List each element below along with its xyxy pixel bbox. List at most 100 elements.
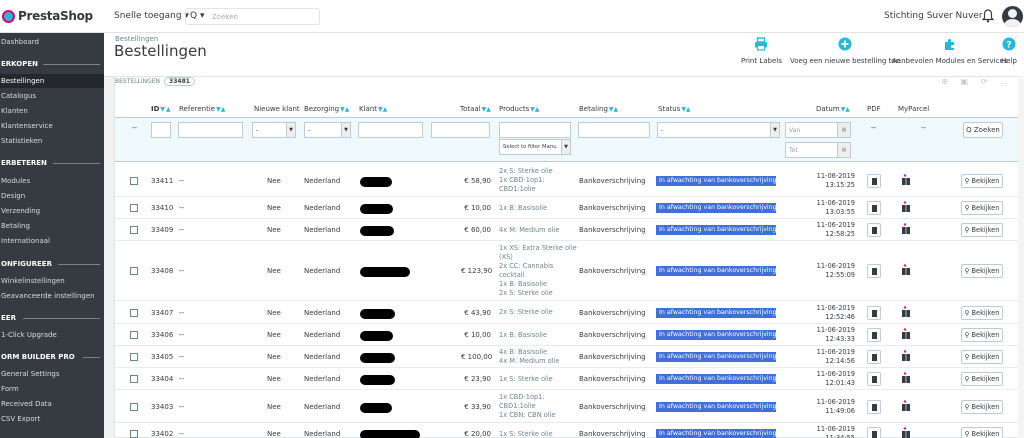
sidebar-item-erbeteren[interactable]: ERBETEREN xyxy=(0,157,47,169)
myparcel-icon[interactable] xyxy=(901,350,911,362)
row-checkbox[interactable] xyxy=(130,267,138,275)
row-checkbox[interactable] xyxy=(130,309,138,317)
pdf-invoice-icon[interactable] xyxy=(867,372,881,386)
recommended-modules-button[interactable]: Aanbevolen Modules en Services xyxy=(892,37,1007,65)
sidebar-item-klantenservice[interactable]: Klantenservice xyxy=(0,119,104,133)
pdf-invoice-icon[interactable] xyxy=(867,427,881,438)
sidebar-item-winkelinstellingen[interactable]: Winkelinstellingen xyxy=(0,274,104,288)
column-datum[interactable]: Datum▼▲ xyxy=(816,105,850,113)
row-checkbox[interactable] xyxy=(130,353,138,361)
table-row[interactable]: 33403 -- Nee Nederland € 33,90 1x CBD-1op1: CB… xyxy=(115,390,1021,423)
myparcel-icon[interactable] xyxy=(901,264,911,276)
row-checkbox[interactable] xyxy=(130,375,138,383)
row-checkbox[interactable] xyxy=(130,177,138,185)
sidebar-item-erkopen[interactable]: ERKOPEN xyxy=(0,58,38,70)
filter-date-to[interactable]: Tot ▦ xyxy=(785,142,851,158)
table-row[interactable]: 33410 -- Nee Nederland € 10,00 1x B: Basisoli… xyxy=(115,197,1021,219)
view-order-button[interactable]: ⚲ Bekijken xyxy=(961,400,1003,414)
search-icon[interactable]: Q ▾ xyxy=(190,11,204,21)
sidebar-item-onfigureer[interactable]: ONFIGUREER xyxy=(0,258,52,270)
view-order-button[interactable]: ⚲ Bekijken xyxy=(961,174,1003,188)
pdf-invoice-icon[interactable] xyxy=(867,306,881,320)
sidebar-item-general-settings[interactable]: General Settings xyxy=(0,367,104,381)
pdf-invoice-icon[interactable] xyxy=(867,174,881,188)
myparcel-icon[interactable] xyxy=(901,306,911,318)
sidebar-item-orm-builder-pro[interactable]: ORM BUILDER PRO xyxy=(0,351,75,363)
quick-access-menu[interactable]: Snelle toegang ▾ xyxy=(114,11,189,21)
view-order-button[interactable]: ⚲ Bekijken xyxy=(961,264,1003,278)
row-checkbox[interactable] xyxy=(130,204,138,212)
sidebar-item-design[interactable]: Design xyxy=(0,189,104,203)
pdf-invoice-icon[interactable] xyxy=(867,400,881,414)
filter-date-from[interactable]: Van ▦ xyxy=(785,122,851,138)
bell-icon[interactable] xyxy=(982,8,994,24)
sidebar-item-catalogus[interactable]: Catalogus xyxy=(0,89,104,103)
myparcel-icon[interactable] xyxy=(901,328,911,340)
table-row[interactable]: 33408 -- Nee Nederland € 123,90 1x XS: Extra … xyxy=(115,241,1021,301)
filter-products-input[interactable] xyxy=(499,122,571,138)
table-row[interactable]: 33406 -- Nee Nederland € 10,00 1x B: Basisoli… xyxy=(115,324,1021,346)
row-checkbox[interactable] xyxy=(130,430,138,438)
filter-bezorging-select[interactable]: - ▼ xyxy=(304,122,351,138)
search-filter-button[interactable]: Q Zoeken xyxy=(963,122,1003,138)
myparcel-icon[interactable] xyxy=(901,223,911,235)
column-totaal[interactable]: Totaal▼▲ xyxy=(460,105,491,113)
sidebar-item-1-click-upgrade[interactable]: 1-Click Upgrade xyxy=(0,328,104,342)
page-scrollbar[interactable] xyxy=(1018,76,1024,438)
prestashop-logo[interactable]: PrestaShop xyxy=(0,8,104,26)
filter-referentie-input[interactable] xyxy=(178,122,243,138)
view-order-button[interactable]: ⚲ Bekijken xyxy=(961,350,1003,364)
column-status[interactable]: Status▼▲ xyxy=(658,105,691,113)
panel-toolbar-icons[interactable]: ⊕ ▣ ⟳ … xyxy=(941,77,1013,86)
pdf-invoice-icon[interactable] xyxy=(867,223,881,237)
sidebar-item-betaling[interactable]: Betaling xyxy=(0,219,104,233)
column-id[interactable]: ID▼▲ xyxy=(151,105,171,113)
column-referentie[interactable]: Referentie▼▲ xyxy=(179,105,225,113)
search-input[interactable]: Zoeken xyxy=(212,13,238,21)
table-row[interactable]: 33404 -- Nee Nederland € 23,90 1x S: Sterke o… xyxy=(115,368,1021,390)
sidebar-item-eer[interactable]: EER xyxy=(0,312,16,324)
print-labels-button[interactable]: Print Labels xyxy=(741,37,782,65)
sidebar-item-internationaal[interactable]: Internationaal xyxy=(0,234,104,248)
search-box[interactable]: Q ▾ Zoeken xyxy=(185,8,320,25)
sidebar-item-statistieken[interactable]: Statistieken xyxy=(0,134,104,148)
table-row[interactable]: 33409 -- Nee Nederland € 60,00 4x M: Medium o… xyxy=(115,219,1021,241)
table-row[interactable]: 33411 -- Nee Nederland € 58,90 2x S: Sterke o… xyxy=(115,164,1021,197)
sidebar-item-geavanceerde-instellingen[interactable]: Geavanceerde instellingen xyxy=(0,289,104,303)
row-checkbox[interactable] xyxy=(130,226,138,234)
pdf-invoice-icon[interactable] xyxy=(867,201,881,215)
view-order-button[interactable]: ⚲ Bekijken xyxy=(961,427,1003,438)
sidebar-item-csv-export[interactable]: CSV Export xyxy=(0,412,104,426)
table-row[interactable]: 33407 -- Nee Nederland € 43,90 2x S: Sterke o… xyxy=(115,301,1021,324)
view-order-button[interactable]: ⚲ Bekijken xyxy=(961,201,1003,215)
filter-id-input[interactable] xyxy=(151,122,171,138)
pdf-invoice-icon[interactable] xyxy=(867,350,881,364)
myparcel-icon[interactable] xyxy=(901,201,911,213)
filter-betaling-input[interactable] xyxy=(578,122,650,138)
sidebar-item-klanten[interactable]: Klanten xyxy=(0,104,104,118)
column-betaling[interactable]: Betaling▼▲ xyxy=(579,105,618,113)
view-order-button[interactable]: ⚲ Bekijken xyxy=(961,306,1003,320)
column-klant[interactable]: Klant▼▲ xyxy=(359,105,387,113)
table-row[interactable]: 33405 -- Nee Nederland € 100,00 4x B: Basisol… xyxy=(115,346,1021,368)
sidebar-item-received-data[interactable]: Received Data xyxy=(0,397,104,411)
add-order-button[interactable]: Voeg een nieuwe bestelling toe xyxy=(790,37,900,65)
filter-products-select[interactable]: Select to filter Manu ▼ xyxy=(499,139,571,155)
sidebar-item-form[interactable]: Form xyxy=(0,382,104,396)
myparcel-icon[interactable] xyxy=(901,174,911,186)
pdf-invoice-icon[interactable] xyxy=(867,328,881,342)
sidebar-item-dashboard[interactable]: Dashboard xyxy=(0,35,104,49)
sidebar-item-bestellingen[interactable]: Bestellingen xyxy=(0,74,104,88)
shop-name-link[interactable]: Stichting Suver Nuver xyxy=(884,11,983,21)
row-checkbox[interactable] xyxy=(130,403,138,411)
myparcel-icon[interactable] xyxy=(901,427,911,438)
filter-nieuwe-klant-select[interactable]: - ▼ xyxy=(252,122,296,138)
sidebar-item-modules[interactable]: Modules xyxy=(0,174,104,188)
filter-klant-input[interactable] xyxy=(358,122,423,138)
column-products[interactable]: Products▼▲ xyxy=(499,105,539,113)
pdf-invoice-icon[interactable] xyxy=(867,264,881,278)
table-row[interactable]: 33402 -- Nee Nederland € 20,00 1x S: Sterke o… xyxy=(115,423,1021,438)
view-order-button[interactable]: ⚲ Bekijken xyxy=(961,328,1003,342)
sidebar-item-verzending[interactable]: Verzending xyxy=(0,204,104,218)
view-order-button[interactable]: ⚲ Bekijken xyxy=(961,372,1003,386)
